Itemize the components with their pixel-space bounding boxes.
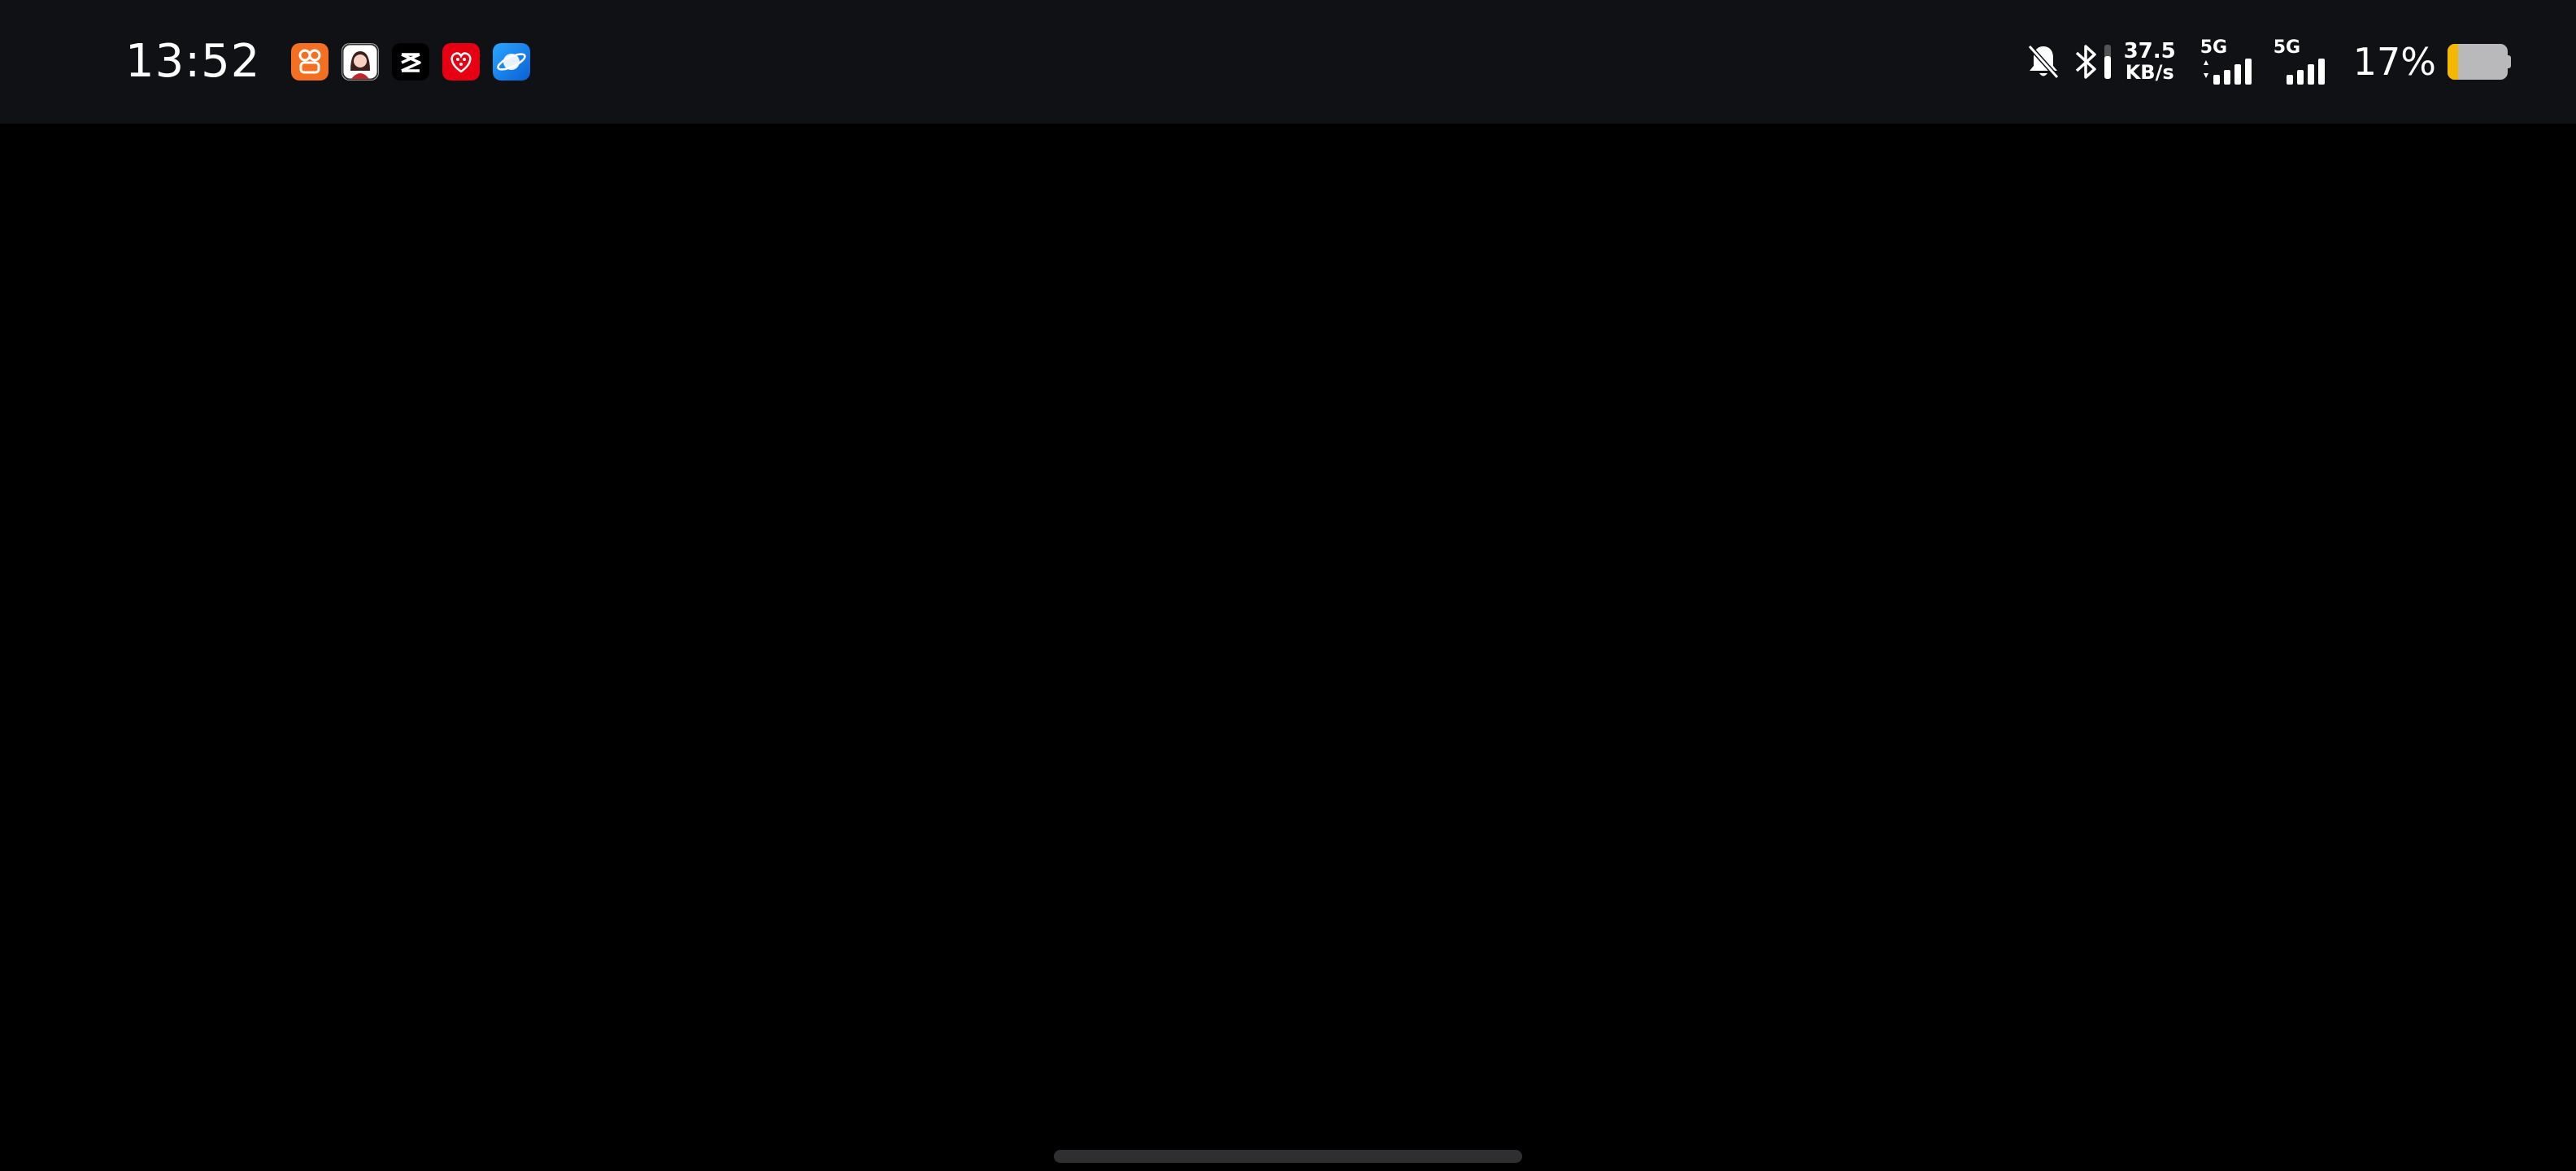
network-speed: 37.5 KB/s (2123, 38, 2176, 85)
blue-planet-browser-icon (493, 43, 531, 81)
girl-avatar-app-icon (342, 43, 380, 81)
red-heart-app-icon (442, 43, 481, 81)
bluetooth-icon (2075, 45, 2111, 79)
bell-muted-icon (2027, 44, 2059, 80)
sim1-signal: 5G (2200, 37, 2262, 85)
network-speed-value: 37.5 (2123, 38, 2176, 63)
sim1-network-type: 5G (2200, 37, 2228, 58)
sim1-signal-bars-icon (2203, 59, 2252, 85)
battery-body (2448, 44, 2508, 80)
capcut-app-icon (392, 43, 430, 81)
battery-tip (2507, 55, 2511, 68)
battery-icon (2448, 44, 2511, 80)
sim2-signal: 5G (2273, 37, 2335, 85)
battery-percentage: 17% (2352, 40, 2436, 84)
orange-chat-app-icon (291, 43, 329, 81)
battery-level-fill (2448, 44, 2458, 80)
screen: 13:52 37.5 KB/s 5G 5G 17% (0, 0, 2576, 1171)
status-bar[interactable]: 13:52 37.5 KB/s 5G 5G 17% (0, 0, 2576, 124)
status-left: 13:52 (125, 0, 531, 124)
status-right: 37.5 KB/s 5G 5G 17% (2025, 0, 2511, 124)
network-speed-unit: KB/s (2125, 61, 2174, 85)
sim2-signal-bars-icon (2286, 59, 2325, 85)
home-indicator-bar[interactable] (1054, 1150, 1522, 1163)
clock: 13:52 (125, 35, 261, 88)
sim2-network-type: 5G (2273, 37, 2301, 58)
notification-app-icons (278, 43, 531, 81)
